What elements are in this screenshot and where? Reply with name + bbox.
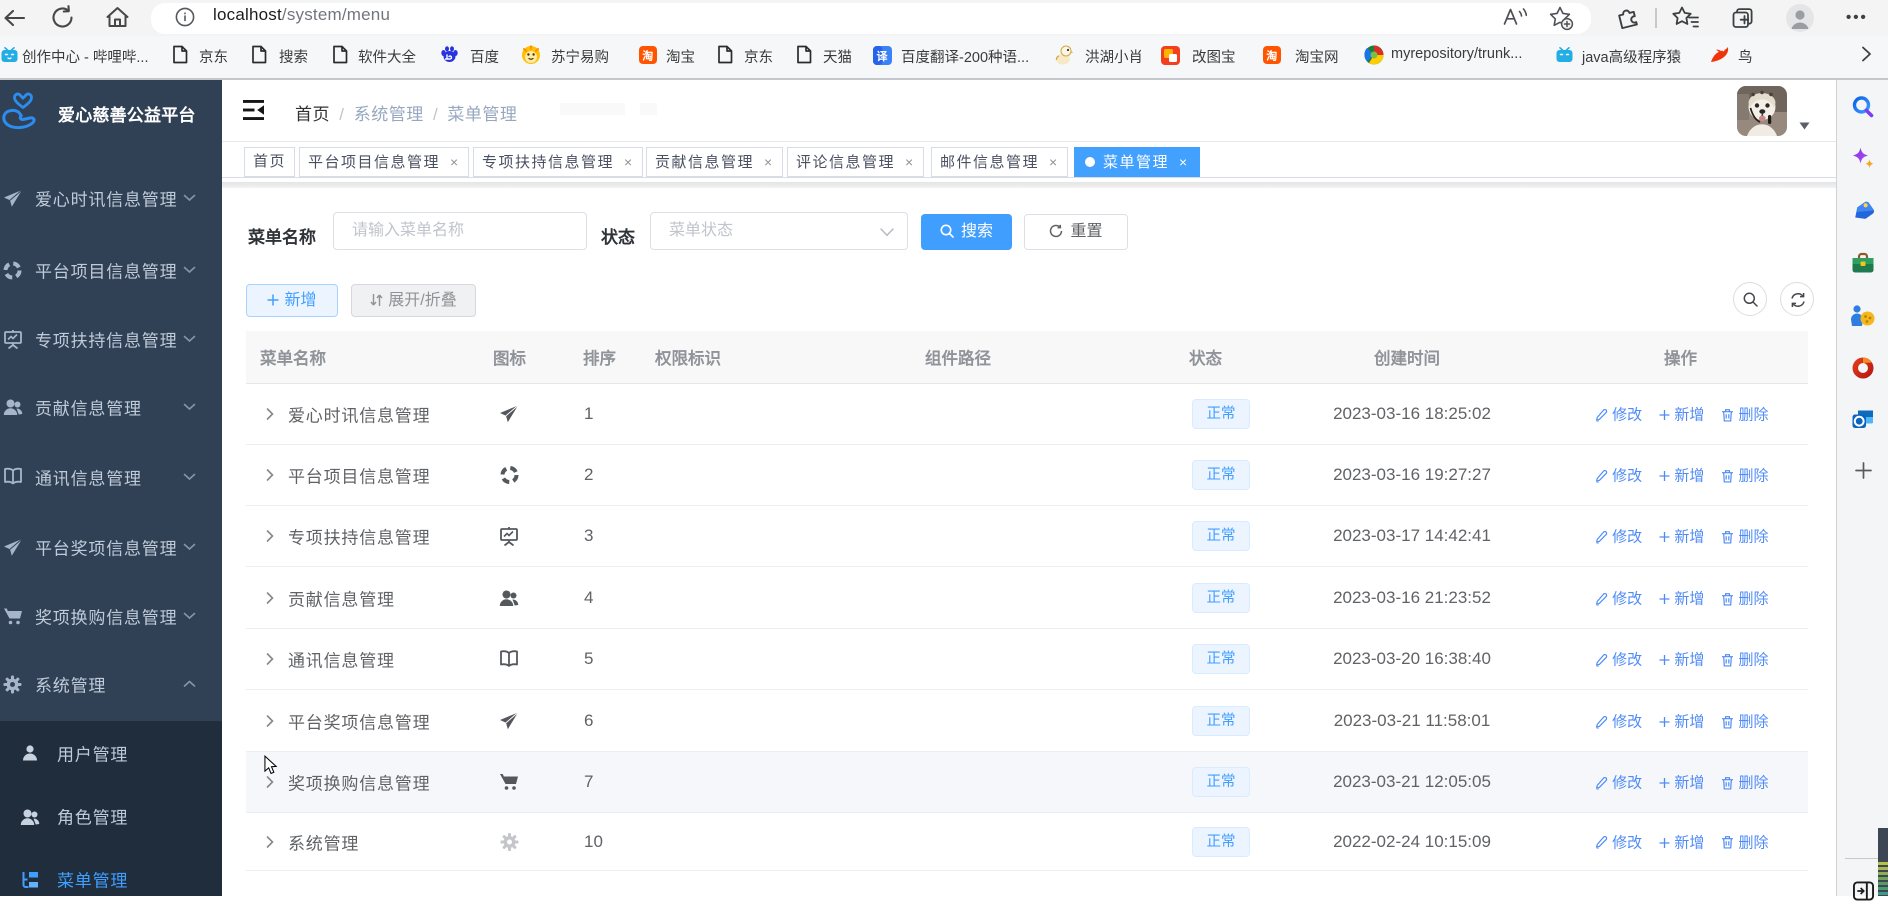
svg-text:译: 译 <box>877 50 889 63</box>
svg-text:淘: 淘 <box>1266 49 1277 63</box>
svg-text:淘: 淘 <box>642 49 653 63</box>
